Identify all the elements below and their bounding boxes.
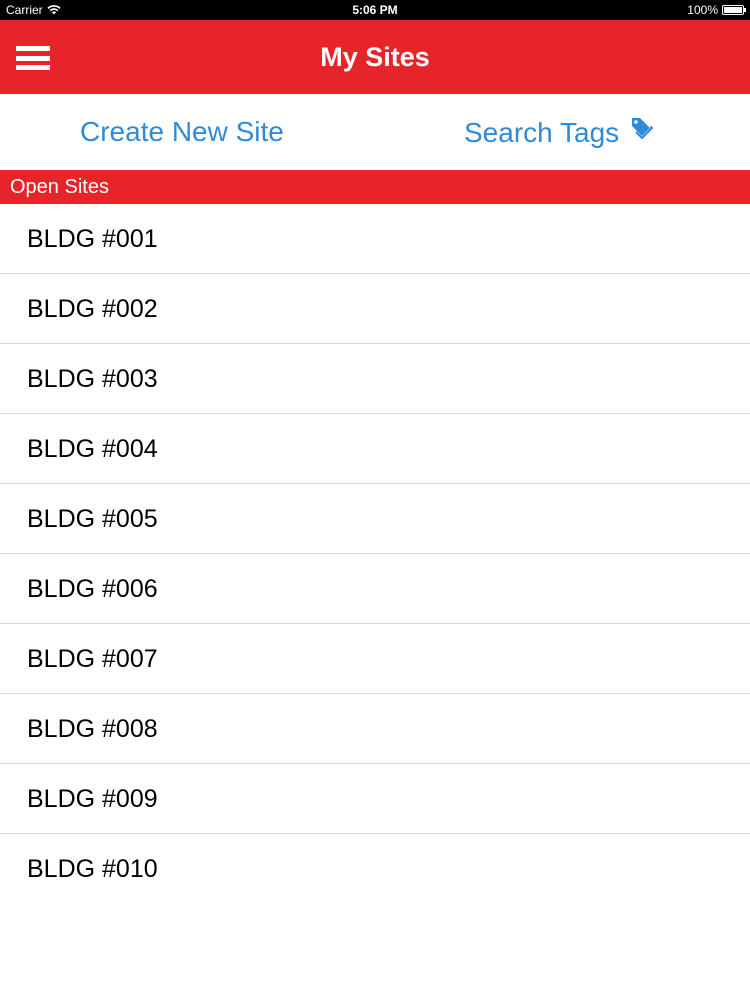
nav-bar: My Sites [0,20,750,94]
site-list: BLDG #001 BLDG #002 BLDG #003 BLDG #004 BLDG… [0,204,750,904]
clock: 5:06 PM [352,3,398,17]
create-new-site-button[interactable]: Create New Site [80,116,284,148]
list-item[interactable]: BLDG #003 [0,344,750,414]
section-header-open-sites: Open Sites [0,170,750,204]
list-item[interactable]: BLDG #006 [0,554,750,624]
battery-percent: 100% [687,3,718,17]
battery-icon [722,5,746,15]
list-item[interactable]: BLDG #002 [0,274,750,344]
create-new-site-label: Create New Site [80,116,284,147]
action-row: Create New Site Search Tags [0,94,750,170]
list-item[interactable]: BLDG #010 [0,834,750,904]
list-item[interactable]: BLDG #008 [0,694,750,764]
search-tags-button[interactable]: Search Tags [464,116,654,149]
tag-icon [629,116,654,149]
list-item[interactable]: BLDG #005 [0,484,750,554]
status-bar: Carrier 5:06 PM 100% [0,0,750,20]
list-item[interactable]: BLDG #001 [0,204,750,274]
search-tags-label: Search Tags [464,116,620,148]
list-item[interactable]: BLDG #004 [0,414,750,484]
list-item[interactable]: BLDG #007 [0,624,750,694]
list-item[interactable]: BLDG #009 [0,764,750,834]
battery-indicator: 100% [687,3,746,17]
battery-fill [724,7,742,13]
page-title: My Sites [320,42,430,72]
